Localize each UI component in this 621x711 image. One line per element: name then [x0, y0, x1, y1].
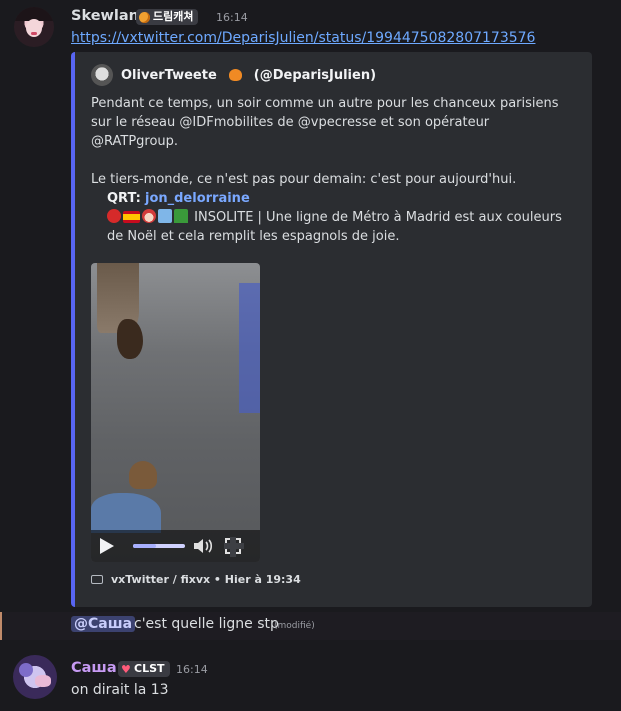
video-shoe [117, 319, 143, 359]
qrt-body: INSOLITE | Une ligne de Métro à Madrid e… [107, 208, 567, 246]
play-icon[interactable] [100, 538, 114, 554]
snowflake-icon [158, 209, 172, 223]
embed-author-handle: (@DeparisJulien) [253, 67, 377, 83]
embed-paragraph-1: Pendant ce temps, un soir comme un autre… [91, 96, 559, 149]
message-reply: @Саша c'est quelle ligne stp (modifié) [0, 612, 621, 640]
mention[interactable]: @Саша [71, 616, 136, 632]
mention-highlight-bar [0, 612, 2, 640]
video-shoe-2 [129, 461, 157, 489]
qrt-user[interactable]: jon_delorraine [145, 191, 250, 206]
embed-author[interactable]: OliverTweete (@DeparisJulien) [91, 64, 376, 86]
video-jeans [91, 493, 161, 533]
avatar[interactable] [14, 7, 54, 47]
avatar-detail-1 [19, 663, 33, 677]
server-tag-clst-label: CLST [134, 662, 165, 675]
video-progress[interactable] [133, 544, 185, 548]
timestamp[interactable]: 16:14 [216, 11, 248, 24]
santa-icon [142, 209, 156, 223]
server-tag-label: 드림캐쳐 [153, 10, 194, 23]
message-text: c'est quelle ligne stp [134, 616, 279, 632]
heart-icon: ♥ [121, 662, 131, 676]
message-text-sasha: on dirait la 13 [71, 682, 169, 698]
username[interactable]: Skewlan. [71, 8, 145, 24]
avatar-detail-2 [35, 675, 51, 687]
tweet-link[interactable]: https://vxtwitter.com/DeparisJulien/stat… [71, 30, 535, 46]
server-tag-clst[interactable]: ♥ CLST [118, 661, 170, 677]
video-controls [91, 530, 260, 562]
embed-author-avatar [91, 64, 113, 86]
video-seat [239, 283, 260, 413]
embed-paragraph-2: Le tiers-monde, ce n'est pas pour demain… [91, 172, 517, 187]
video-progress-fill [133, 544, 157, 548]
video-player[interactable] [91, 263, 260, 562]
embed-footer: vxTwitter / fixvx • Hier à 19:34 [91, 573, 301, 586]
red-circle-icon [107, 209, 121, 223]
fullscreen-icon[interactable] [224, 537, 244, 557]
timestamp-sasha[interactable]: 16:14 [176, 663, 208, 676]
avatar-lips [31, 32, 37, 35]
username-sasha[interactable]: Саша [71, 660, 117, 676]
christmas-tree-icon [174, 209, 188, 223]
spain-flag-icon [123, 211, 140, 223]
quote-retweet: QRT: jon_delorraine INSOLITE | Une ligne… [107, 189, 567, 246]
volume-icon[interactable] [193, 538, 213, 554]
tag-orb-icon [139, 11, 150, 23]
message-skewlan: Skewlan. 드림캐쳐 16:14 https://vxtwitter.co… [0, 0, 621, 612]
edited-label: (modifié) [274, 621, 315, 631]
video-camera-icon [91, 575, 103, 584]
qrt-label: QRT: [107, 191, 141, 206]
fox-emoji-icon [228, 69, 242, 81]
qrt-header: QRT: jon_delorraine [107, 189, 567, 208]
server-tag[interactable]: 드림캐쳐 [136, 9, 199, 25]
avatar-sasha[interactable] [13, 655, 57, 699]
embed-footer-text: vxTwitter / fixvx • Hier à 19:34 [111, 573, 301, 586]
embed-author-name: OliverTweete [121, 67, 217, 83]
tweet-embed: OliverTweete (@DeparisJulien) Pendant ce… [71, 52, 592, 607]
